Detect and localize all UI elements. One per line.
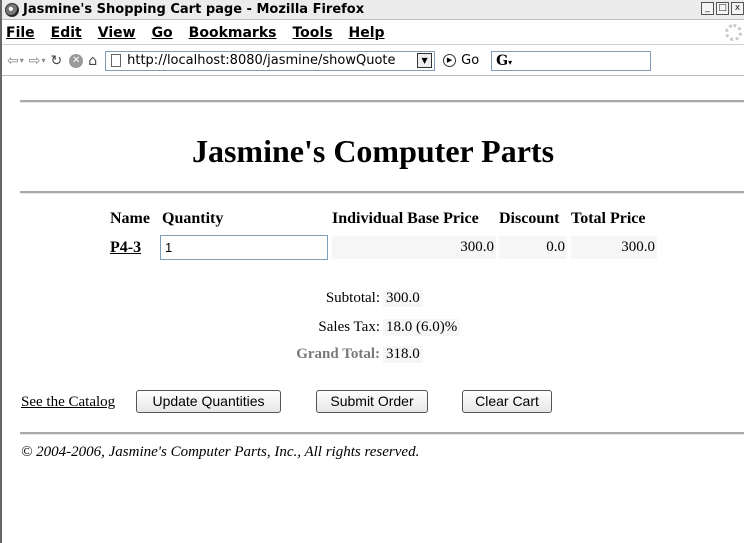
total-price-cell: 300.0 <box>571 236 657 259</box>
menu-bookmarks[interactable]: Bookmarks <box>181 25 285 41</box>
heading-divider <box>20 191 744 194</box>
quantity-input[interactable] <box>160 235 328 260</box>
header-total-price: Total Price <box>571 210 646 227</box>
sales-tax-value: 18.0 (6.0)% <box>383 319 461 336</box>
google-search-icon: G▾ <box>496 52 513 69</box>
navigation-toolbar: ⇦ ▾ ⇨ ▾ ↻ ✕ ⌂ http://localhost:8080/jasmin… <box>2 46 744 76</box>
go-label: Go <box>461 53 480 68</box>
window-title: Jasmine's Shopping Cart page - Mozilla F… <box>23 2 365 17</box>
see-catalog-link[interactable]: See the Catalog <box>21 394 115 411</box>
firefox-icon <box>5 2 19 17</box>
sales-tax-label: Sales Tax: <box>318 319 380 335</box>
menu-tools[interactable]: Tools <box>284 25 340 41</box>
menu-edit[interactable]: Edit <box>43 25 90 41</box>
back-button[interactable]: ⇦ ▾ <box>7 53 24 69</box>
forward-button[interactable]: ⇨ ▾ <box>29 53 46 69</box>
copyright-footer: © 2004-2006, Jasmine's Computer Parts, I… <box>21 444 420 460</box>
update-quantities-button[interactable]: Update Quantities <box>136 390 281 413</box>
go-arrow-icon: ▶ <box>443 54 457 67</box>
page-heading: Jasmine's Computer Parts <box>191 133 555 169</box>
subtotal-value: 300.0 <box>383 290 423 307</box>
title-bar: Jasmine's Shopping Cart page - Mozilla F… <box>2 0 744 20</box>
header-quantity: Quantity <box>162 210 224 227</box>
home-button[interactable]: ⌂ <box>88 53 97 69</box>
individual-base-price-cell: 300.0 <box>332 236 496 259</box>
stop-button[interactable]: ✕ <box>69 53 84 68</box>
throbber-icon <box>725 24 742 41</box>
go-button[interactable]: ▶ Go <box>443 53 479 68</box>
browser-window: Jasmine's Shopping Cart page - Mozilla F… <box>0 0 744 543</box>
address-bar[interactable]: http://localhost:8080/jasmine/showQuote … <box>105 50 436 71</box>
header-discount: Discount <box>499 210 560 227</box>
grand-total-label: Grand Total: <box>296 346 380 362</box>
back-arrow-icon: ⇦ <box>7 52 19 69</box>
footer-divider <box>20 432 744 435</box>
menu-file[interactable]: File <box>2 25 43 41</box>
page-icon <box>111 54 122 67</box>
window-controls: _ □ x <box>701 2 744 15</box>
menu-go[interactable]: Go <box>144 25 181 41</box>
clear-cart-button[interactable]: Clear Cart <box>462 390 552 413</box>
item-link-p4-3[interactable]: P4-3 <box>110 236 141 259</box>
back-dropdown-icon[interactable]: ▾ <box>20 56 24 65</box>
close-button[interactable]: x <box>731 2 744 15</box>
menu-bar: File Edit View Go Bookmarks Tools Help <box>2 21 744 45</box>
page-content: Jasmine's Computer Parts Name Quantity I… <box>2 77 744 543</box>
header-individual-base-price: Individual Base Price <box>332 210 479 227</box>
url-dropdown-icon[interactable]: ▼ <box>417 53 433 68</box>
menu-view[interactable]: View <box>90 25 144 41</box>
minimize-button[interactable]: _ <box>701 2 714 15</box>
search-box[interactable]: G▾ <box>491 50 652 71</box>
forward-dropdown-icon[interactable]: ▾ <box>41 56 45 65</box>
top-divider <box>20 100 744 103</box>
maximize-button[interactable]: □ <box>716 2 729 15</box>
subtotal-label: Subtotal: <box>325 290 380 306</box>
header-name: Name <box>110 210 150 227</box>
home-icon: ⌂ <box>88 52 98 69</box>
menu-help[interactable]: Help <box>341 25 393 41</box>
url-text[interactable]: http://localhost:8080/jasmine/showQuote <box>127 53 417 68</box>
discount-cell: 0.0 <box>499 236 567 259</box>
grand-total-value: 318.0 <box>383 346 423 363</box>
forward-arrow-icon: ⇨ <box>28 52 41 69</box>
submit-order-button[interactable]: Submit Order <box>316 390 428 413</box>
reload-icon: ↻ <box>50 52 63 69</box>
reload-button[interactable]: ↻ <box>51 53 63 69</box>
